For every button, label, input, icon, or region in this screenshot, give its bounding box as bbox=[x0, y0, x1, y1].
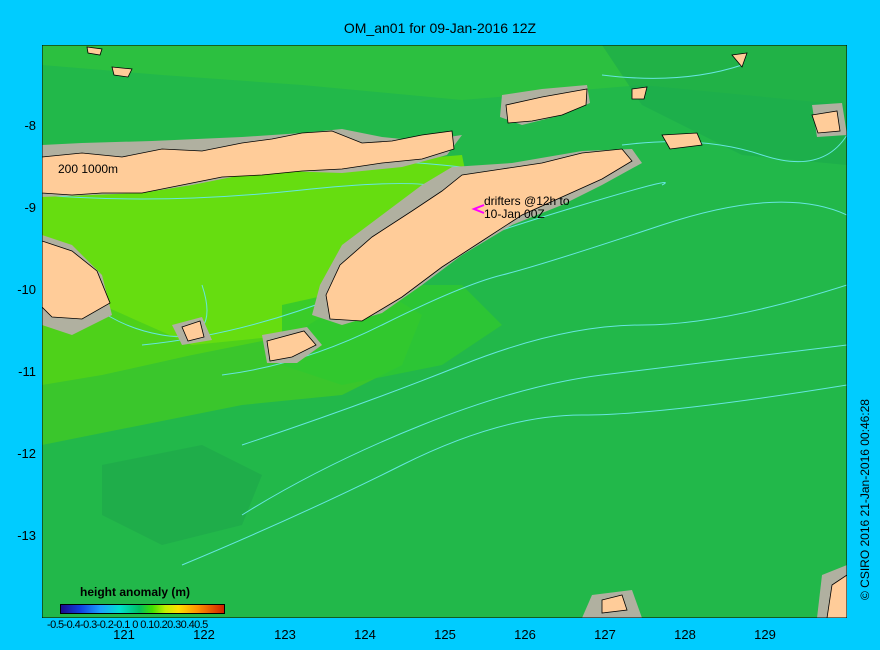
map-title: OM_an01 for 09-Jan-2016 12Z bbox=[343, 20, 537, 36]
x-tick-label: 126 bbox=[514, 627, 536, 642]
y-tick-label: -12 bbox=[17, 446, 36, 461]
drifters-label-line2: 10-Jan 00Z bbox=[484, 207, 545, 221]
x-tick-label: 123 bbox=[274, 627, 296, 642]
colorbar-ticks: -0.5-0.4-0.3-0.2-0.1 0 0.10.20.30.40.5 bbox=[47, 619, 208, 631]
small-island-ne4 bbox=[631, 86, 648, 100]
x-tick-label: 125 bbox=[434, 627, 456, 642]
y-tick-label: -9 bbox=[24, 200, 36, 215]
y-tick-label: -8 bbox=[24, 118, 36, 133]
x-tick-label: 128 bbox=[674, 627, 696, 642]
copyright-text: © CSIRO 2016 21-Jan-2016 00:46:28 bbox=[858, 399, 872, 600]
x-tick-label: 129 bbox=[754, 627, 776, 642]
map-plot-area[interactable]: drifters @12h to 10-Jan 00Z 200 1000m bbox=[42, 45, 847, 618]
colorbar-title: height anomaly (m) bbox=[80, 585, 191, 599]
small-island-n1 bbox=[111, 66, 133, 78]
y-tick-label: -10 bbox=[17, 282, 36, 297]
colorbar bbox=[60, 604, 225, 614]
height-anomaly-map: drifters @12h to 10-Jan 00Z 200 1000m bbox=[42, 45, 847, 618]
x-tick-label: 124 bbox=[354, 627, 376, 642]
isobath-label: 200 1000m bbox=[58, 162, 118, 176]
drifters-label-line1: drifters @12h to bbox=[484, 194, 570, 208]
y-tick-label: -11 bbox=[18, 364, 36, 379]
y-tick-label: -13 bbox=[17, 528, 36, 543]
x-tick-label: 127 bbox=[594, 627, 616, 642]
